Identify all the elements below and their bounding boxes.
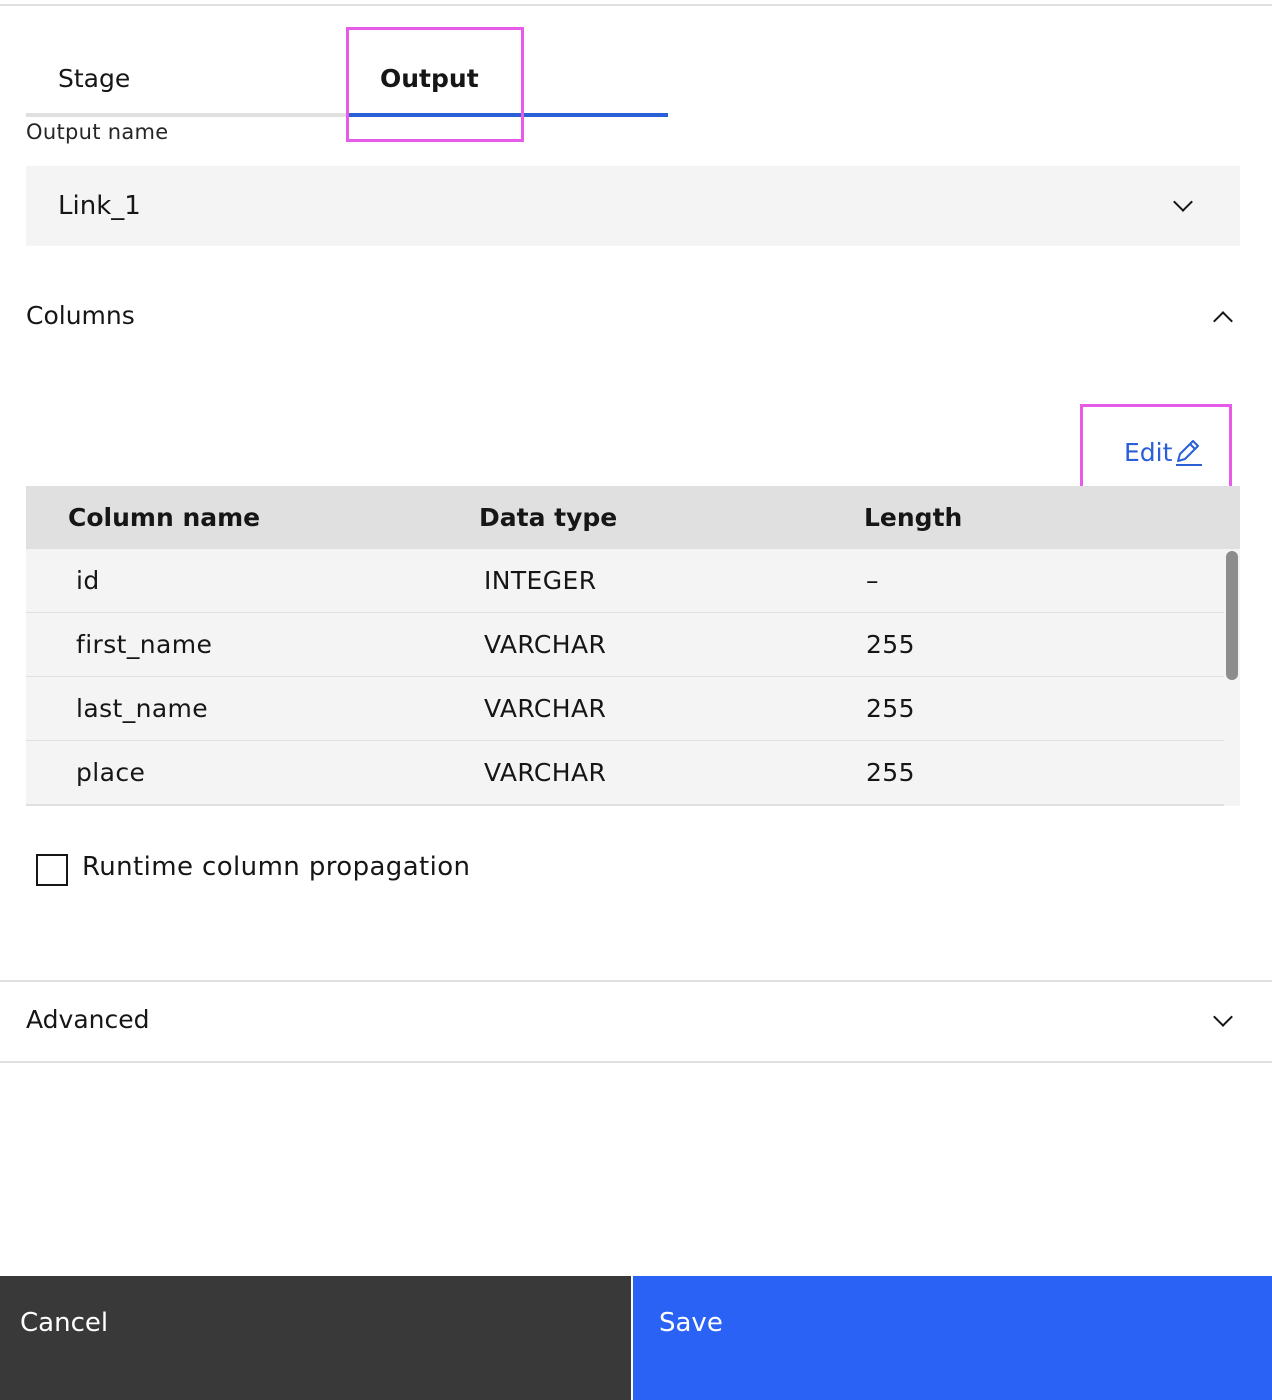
cancel-label: Cancel [20, 1308, 109, 1338]
cell-data-type: INTEGER [484, 566, 597, 595]
table-row[interactable]: id INTEGER – [26, 549, 1224, 614]
column-header-length[interactable]: Length [864, 486, 962, 549]
output-name-value: Link_1 [58, 191, 141, 221]
columns-table: Column name Data type Length id INTEGER … [26, 486, 1240, 806]
cell-length: 255 [866, 630, 915, 659]
cell-data-type: VARCHAR [484, 694, 607, 723]
table-scrollbar[interactable] [1224, 549, 1240, 806]
columns-section-title[interactable]: Columns [26, 301, 135, 330]
advanced-section-title[interactable]: Advanced [26, 1005, 150, 1034]
chevron-up-icon[interactable] [1213, 311, 1233, 331]
runtime-propagation-label[interactable]: Runtime column propagation [82, 852, 470, 882]
chevron-down-icon[interactable] [1213, 1007, 1233, 1027]
cell-data-type: VARCHAR [484, 758, 607, 787]
highlight-box-output-tab [346, 27, 524, 142]
table-row[interactable]: last_name VARCHAR 255 [26, 677, 1224, 742]
scrollbar-thumb[interactable] [1226, 551, 1238, 680]
tab-stage[interactable]: Stage [58, 40, 130, 116]
table-row[interactable]: place VARCHAR 255 [26, 741, 1224, 806]
section-divider [0, 1061, 1272, 1063]
cancel-button[interactable]: Cancel [0, 1276, 631, 1400]
output-name-label: Output name [26, 120, 169, 144]
save-button[interactable]: Save [633, 1276, 1272, 1400]
column-header-name[interactable]: Column name [68, 486, 260, 549]
runtime-propagation-checkbox[interactable] [36, 854, 68, 886]
cell-column-name: last_name [76, 694, 209, 723]
table-row[interactable]: first_name VARCHAR 255 [26, 613, 1224, 678]
cell-length: 255 [866, 758, 915, 787]
top-divider [0, 4, 1272, 6]
cell-data-type: VARCHAR [484, 630, 607, 659]
cell-column-name: place [76, 758, 146, 787]
cell-column-name: id [76, 566, 100, 595]
output-name-select[interactable]: Link_1 [26, 166, 1240, 246]
column-header-type[interactable]: Data type [479, 486, 617, 549]
cell-length: 255 [866, 694, 915, 723]
table-header: Column name Data type Length [26, 486, 1240, 549]
cell-length: – [866, 566, 879, 595]
save-label: Save [659, 1308, 723, 1338]
section-divider [0, 980, 1272, 982]
cell-column-name: first_name [76, 630, 213, 659]
